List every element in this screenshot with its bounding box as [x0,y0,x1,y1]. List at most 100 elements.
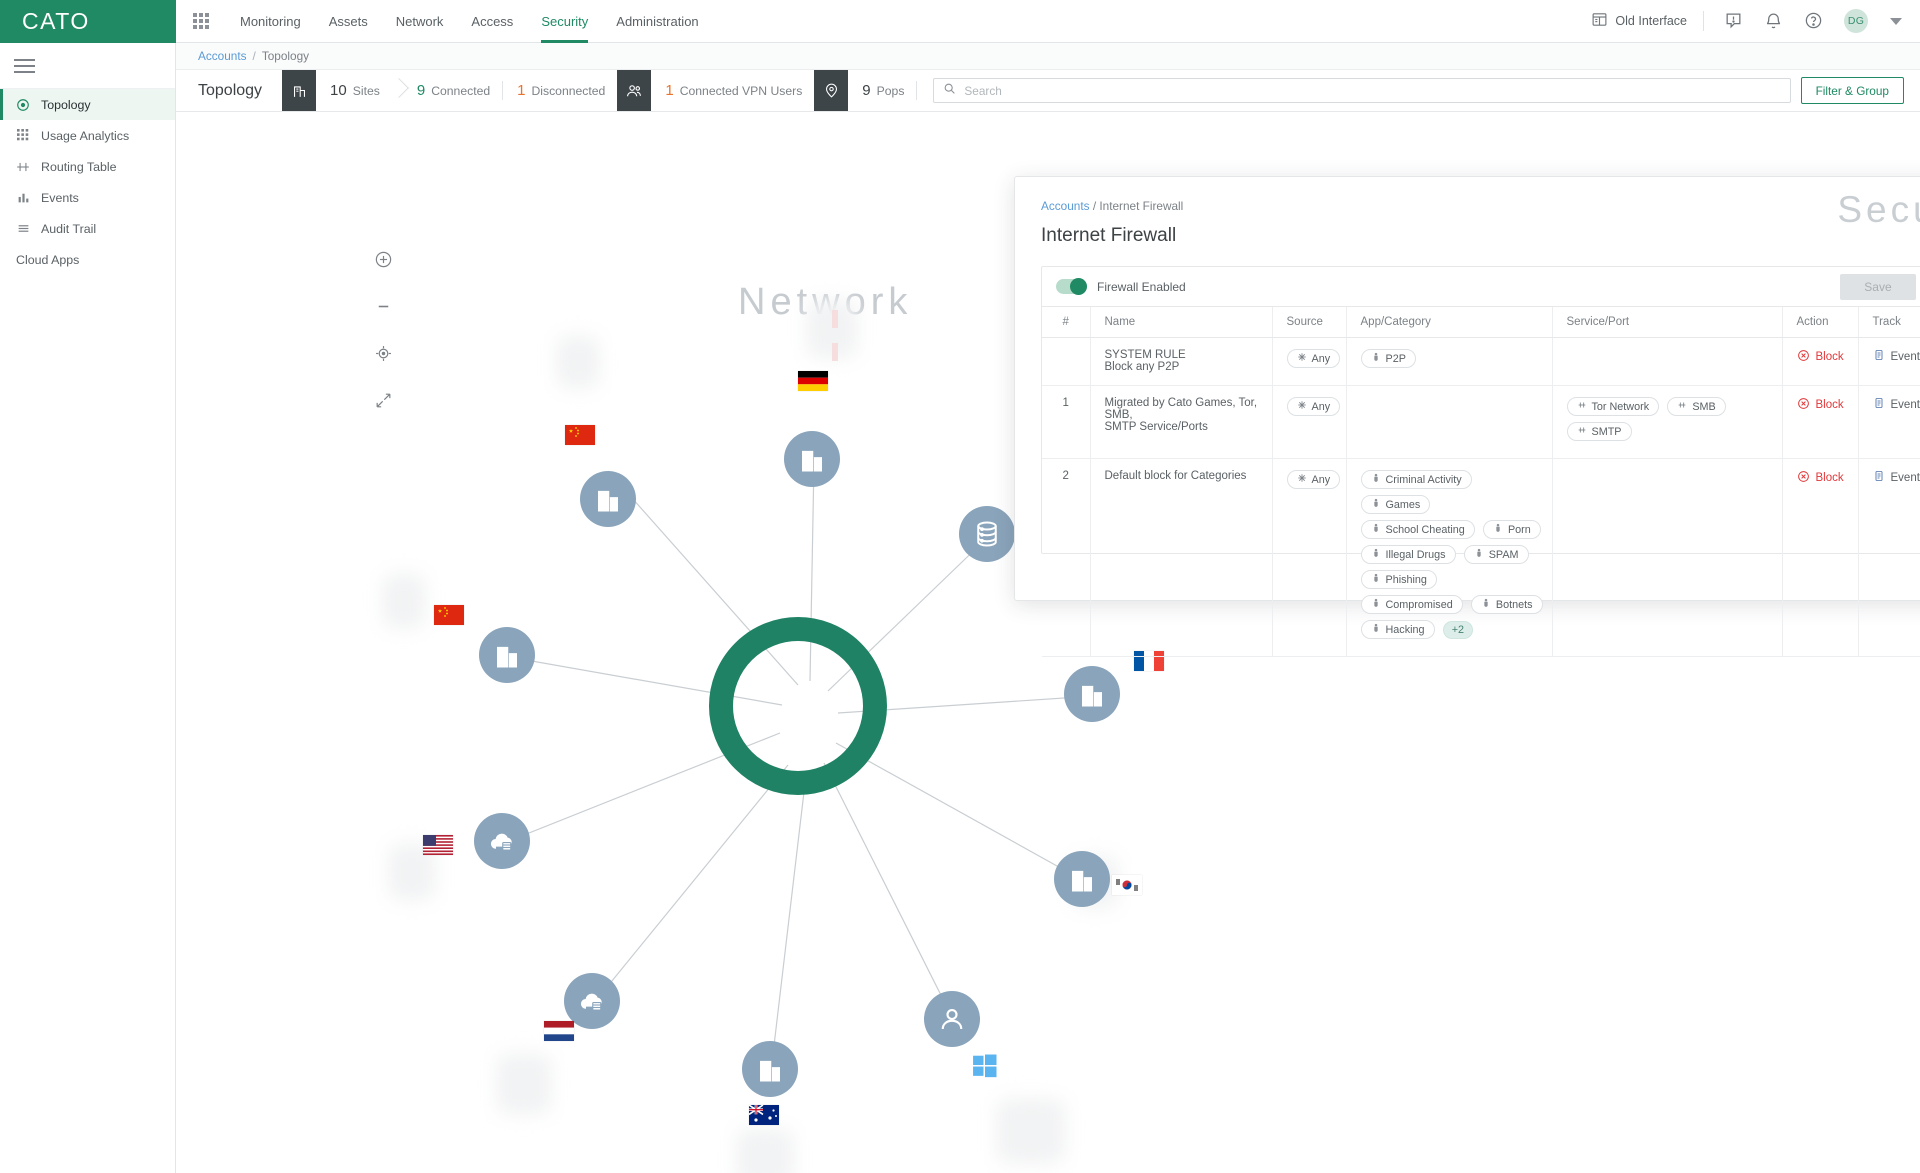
stat-disconnected[interactable]: 1 Disconnected [503,70,617,111]
sidebar-item-label: Audit Trail [41,221,97,236]
source-chip-label: Any [1311,473,1331,486]
stat-connected[interactable]: 9 Connected [403,70,502,111]
category-chip[interactable]: Illegal Drugs [1360,545,1456,564]
nav-item-security[interactable]: Security [527,0,602,43]
windows-logo-icon [972,1053,998,1079]
zoom-in-icon[interactable] [372,248,394,270]
list-icon [16,222,30,236]
column-header-app-category[interactable]: App/Category [1346,307,1553,338]
track-event: Event [1873,397,1920,412]
page-title: Topology [198,81,263,99]
column-header-service-port[interactable]: Service/Port [1552,307,1783,338]
stat-connected-vpn-users[interactable]: 1 Connected VPN Users [651,70,814,111]
column-header-source[interactable]: Source [1272,307,1347,338]
alerts-icon[interactable] [1724,11,1744,31]
rule-name: SYSTEM RULE Block any P2P [1090,337,1273,386]
category-chip-label: SPAM [1488,548,1519,561]
hub-ring[interactable] [709,617,887,795]
user-avatar[interactable]: DG [1844,9,1868,33]
stat-divider-chevron [392,78,403,104]
search-box[interactable] [933,78,1791,103]
source-chip[interactable]: Any [1286,397,1341,416]
nav-item-administration[interactable]: Administration [602,0,712,43]
site-node[interactable] [742,1041,798,1097]
category-overflow-chip[interactable]: +2 [1442,621,1474,639]
column-header-name[interactable]: Name [1090,307,1273,338]
category-chip[interactable]: Phishing [1360,570,1437,589]
column-header-number[interactable]: # [1042,307,1091,338]
table-row[interactable]: SYSTEM RULE Block any P2P Any P2P Block … [1042,337,1920,386]
building-icon [497,646,517,668]
pops-location-icon[interactable] [814,70,849,111]
nav-item-monitoring[interactable]: Monitoring [226,0,315,43]
zoom-out-icon[interactable] [372,295,394,317]
table-head: # Name Source App/Category Service/Port … [1042,307,1920,338]
category-chip[interactable]: Games [1360,495,1431,514]
category-chip[interactable]: Porn [1482,520,1541,539]
nav-item-access[interactable]: Access [457,0,527,43]
building-icon [760,1060,780,1082]
sites-icon[interactable] [282,70,317,111]
stat-pops[interactable]: 9 Pops [848,70,916,111]
block-icon [1797,349,1810,365]
sidebar-item-routing-table[interactable]: Routing Table [0,151,175,182]
sidebar-item-topology[interactable]: Topology [0,89,175,120]
category-chip[interactable]: Compromised [1360,595,1463,614]
filter-and-group-button[interactable]: Filter & Group [1800,77,1904,104]
app-launcher-icon[interactable] [190,10,212,32]
site-node[interactable] [580,471,636,527]
fit-screen-icon[interactable] [372,389,394,411]
vpn-user-node[interactable] [924,991,980,1047]
rule-name-line1: Default block for Categories [1104,470,1247,482]
stat-sites[interactable]: 10 Sites [316,70,392,111]
flag-de-icon [798,371,828,391]
panel-breadcrumb-accounts[interactable]: Accounts [1041,199,1090,213]
category-chip[interactable]: Botnets [1470,595,1543,614]
server-node[interactable] [959,506,1015,562]
category-chip[interactable]: SPAM [1463,545,1529,564]
source-chip[interactable]: Any [1286,470,1341,489]
search-input[interactable] [964,83,1781,98]
sidebar-item-usage-analytics[interactable]: Usage Analytics [0,120,175,151]
brand-logo[interactable]: CATO [0,0,176,43]
category-chip[interactable]: Criminal Activity [1360,470,1472,489]
notifications-bell-icon[interactable] [1764,11,1784,31]
site-node[interactable] [784,431,840,487]
vpn-users-icon[interactable] [617,70,652,111]
recenter-icon[interactable] [372,342,394,364]
site-node[interactable] [1054,851,1110,907]
category-chip[interactable]: Hacking [1360,620,1435,639]
table-row[interactable]: 1 Migrated by Cato Games, Tor, SMB, SMTP… [1042,385,1920,459]
panel-header: Accounts / Internet Firewall Internet Fi… [1015,177,1920,247]
any-asterisk-icon [1297,473,1307,486]
old-interface-link[interactable]: Old Interface [1591,11,1704,31]
sidebar-item-audit-trail[interactable]: Audit Trail [0,213,175,244]
help-icon[interactable] [1804,11,1824,31]
service-chip[interactable]: Tor Network [1566,397,1660,416]
sidebar-item-events[interactable]: Events [0,182,175,213]
database-icon [977,521,997,547]
site-node[interactable] [479,627,535,683]
user-menu-chevron-down-icon[interactable] [1890,17,1902,25]
rule-source: Any [1272,458,1347,657]
service-chip[interactable]: SMB [1667,397,1726,416]
service-chip-label: SMB [1692,400,1716,413]
save-button[interactable]: Save [1839,273,1916,300]
stat-connected-value: 9 [416,82,426,99]
category-chip-label: Illegal Drugs [1385,548,1446,561]
site-node[interactable] [1064,666,1120,722]
cloud-datacenter-node[interactable] [474,813,530,869]
category-chip[interactable]: School Cheating [1360,520,1475,539]
breadcrumb-accounts[interactable]: Accounts [198,49,247,63]
sidebar-item-cloud-apps[interactable]: Cloud Apps [0,244,175,275]
source-chip[interactable]: Any [1286,349,1341,368]
service-chip[interactable]: SMTP [1566,422,1632,441]
nav-item-network[interactable]: Network [382,0,458,43]
table-row[interactable]: 2 Default block for Categories Any Crimi… [1042,458,1920,657]
sidebar-toggle-hamburger-icon[interactable] [0,43,175,89]
column-header-action[interactable]: Action [1782,307,1859,338]
nav-item-assets[interactable]: Assets [315,0,382,43]
app-chip[interactable]: P2P [1360,349,1416,368]
firewall-enabled-toggle[interactable] [1056,278,1087,295]
column-header-track[interactable]: Track [1858,307,1920,338]
